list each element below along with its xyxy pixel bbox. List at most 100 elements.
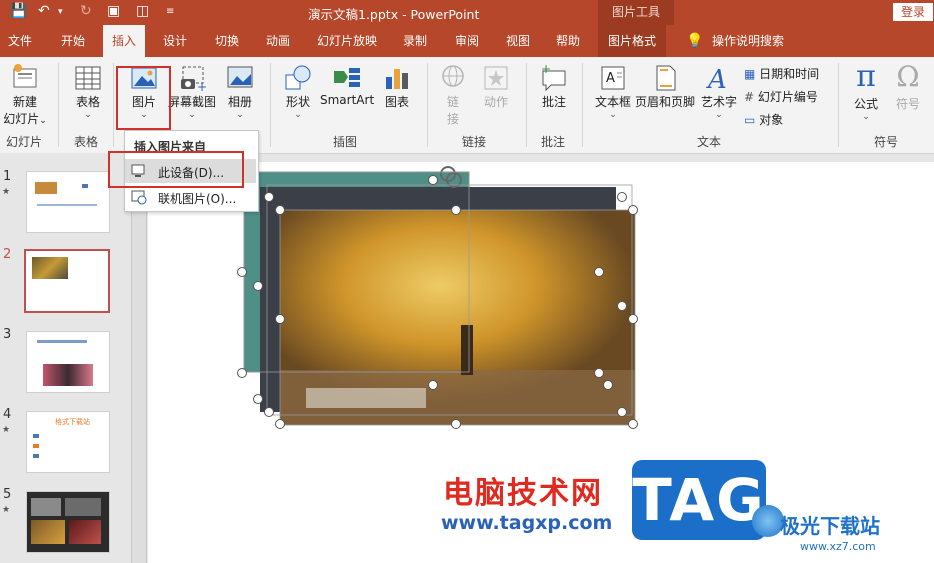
- undo-icon[interactable]: ↶: [38, 3, 50, 19]
- resize-handle[interactable]: [628, 419, 638, 429]
- screenshot-button[interactable]: + 屏幕截图 ⌄: [166, 63, 218, 120]
- login-button[interactable]: 登录: [893, 3, 933, 21]
- tab-insert[interactable]: 插入: [103, 25, 146, 57]
- tab-review[interactable]: 审阅: [455, 25, 479, 57]
- slide-thumbnail-3[interactable]: [26, 331, 110, 393]
- customize-toolbar-icon[interactable]: ≡: [166, 6, 174, 17]
- resize-handle[interactable]: [594, 368, 604, 378]
- tab-transitions[interactable]: 切换: [215, 25, 239, 57]
- resize-handle[interactable]: [428, 175, 438, 185]
- present-from-beginning-icon[interactable]: ▣: [107, 3, 120, 19]
- new-slide-label: 新建: [12, 95, 37, 109]
- table-button[interactable]: 表格 ⌄: [70, 63, 106, 120]
- tab-design[interactable]: 设计: [163, 25, 187, 57]
- tab-slideshow[interactable]: 幻灯片放映: [317, 25, 377, 57]
- date-time-button[interactable]: ▦ 日期和时间: [744, 65, 819, 82]
- header-footer-button[interactable]: 页眉和页脚: [634, 63, 696, 110]
- omega-icon: Ω: [896, 60, 920, 93]
- save-icon[interactable]: 💾: [10, 3, 27, 19]
- slide-thumbnail-1[interactable]: [26, 171, 110, 233]
- action-button[interactable]: 动作: [478, 63, 514, 110]
- resize-handle[interactable]: [275, 205, 285, 215]
- redo-icon[interactable]: ↻: [80, 3, 92, 19]
- action-label: 动作: [483, 95, 508, 109]
- tab-home[interactable]: 开始: [61, 25, 85, 57]
- tab-view[interactable]: 视图: [506, 25, 530, 57]
- resize-handle[interactable]: [237, 267, 247, 277]
- resize-handle[interactable]: [428, 380, 438, 390]
- title-bar: 💾 ↶ ▾ ↻ ▣ ◫ ≡ 演示文稿1.pptx - PowerPoint 图片…: [0, 0, 934, 25]
- group-label-comments: 批注: [541, 135, 566, 149]
- slide-thumbnail-5[interactable]: [26, 491, 110, 553]
- svg-text:+: +: [197, 80, 207, 93]
- resize-handle[interactable]: [617, 301, 627, 311]
- slide-number-button[interactable]: # 幻灯片编号: [744, 88, 818, 105]
- resize-handle[interactable]: [253, 394, 263, 404]
- shapes-button[interactable]: 形状 ⌄: [278, 63, 318, 120]
- animation-star-icon: ★: [2, 425, 11, 435]
- group-separator: [526, 63, 527, 147]
- undo-dropdown-icon[interactable]: ▾: [58, 7, 63, 17]
- thumb-title: 格式下载站: [55, 418, 90, 426]
- resize-handle[interactable]: [237, 368, 247, 378]
- watermark-url: www.tagxp.com: [441, 512, 613, 534]
- shapes-label: 形状: [285, 95, 310, 109]
- pictures-highlight-box: [116, 66, 171, 130]
- menu-item-online-pictures[interactable]: 联机图片(O)...: [125, 186, 256, 208]
- photo-album-button[interactable]: 相册 ⌄: [222, 63, 258, 120]
- new-slide-button[interactable]: 新建 幻灯片⌄: [3, 63, 47, 127]
- group-separator: [58, 63, 59, 147]
- textbox-icon: A: [601, 66, 625, 90]
- smartart-button[interactable]: SmartArt: [320, 63, 374, 107]
- tab-picture-format[interactable]: 图片格式: [598, 25, 667, 57]
- group-separator: [113, 63, 114, 147]
- slide-number-icon: #: [744, 90, 755, 104]
- tab-help[interactable]: 帮助: [556, 25, 580, 57]
- symbol-button[interactable]: Ω 符号: [890, 59, 926, 112]
- slide-thumbnail-panel: 1 ★ 2 3 4 ★ 格式下载站 5 ★: [0, 153, 131, 563]
- object-button[interactable]: ▭ 对象: [744, 111, 783, 128]
- resize-handle[interactable]: [603, 380, 613, 390]
- resize-handle[interactable]: [617, 192, 627, 202]
- animation-star-icon: ★: [2, 187, 11, 197]
- resize-handle[interactable]: [617, 407, 627, 417]
- chart-button[interactable]: 图表: [380, 63, 414, 110]
- online-picture-icon: [131, 190, 147, 205]
- textbox-button[interactable]: A 文本框 ⌄: [592, 63, 634, 120]
- selected-pictures-group[interactable]: [236, 150, 646, 435]
- resize-handle[interactable]: [628, 205, 638, 215]
- tab-record[interactable]: 录制: [403, 25, 427, 57]
- comment-button[interactable]: + 批注: [536, 63, 572, 110]
- resize-handle[interactable]: [451, 419, 461, 429]
- resize-handle[interactable]: [451, 205, 461, 215]
- photo-album-icon: [227, 66, 253, 88]
- slide-thumbnail-2-selected[interactable]: [24, 249, 110, 313]
- equation-button[interactable]: π 公式 ⌄: [848, 59, 884, 122]
- slide-number-1: 1: [3, 169, 12, 184]
- print-preview-icon[interactable]: ◫: [136, 3, 149, 19]
- tab-file[interactable]: 文件: [8, 25, 32, 57]
- resize-handle[interactable]: [264, 407, 274, 417]
- vertical-ruler: [146, 153, 147, 563]
- thumb-picture: [31, 520, 65, 544]
- resize-handle[interactable]: [253, 281, 263, 291]
- resize-handle[interactable]: [594, 267, 604, 277]
- resize-handle[interactable]: [275, 419, 285, 429]
- lightbulb-icon: 💡: [686, 33, 704, 49]
- slide-thumbnail-4[interactable]: 格式下载站: [26, 411, 110, 473]
- group-separator: [427, 63, 428, 147]
- table-icon: [75, 66, 101, 90]
- chart-label: 图表: [384, 95, 409, 109]
- thumb-bullet: [33, 434, 39, 438]
- tag-logo: TAG: [632, 460, 766, 540]
- tab-animations[interactable]: 动画: [266, 25, 290, 57]
- tell-me-search[interactable]: 操作说明搜索: [712, 25, 784, 57]
- resize-handle[interactable]: [275, 314, 285, 324]
- wordart-button[interactable]: A 艺术字 ⌄: [698, 63, 740, 120]
- panel-splitter[interactable]: [131, 153, 146, 563]
- smartart-icon: [334, 68, 360, 87]
- comment-icon: +: [541, 63, 566, 92]
- link-button[interactable]: 链 接: [436, 63, 470, 127]
- resize-handle[interactable]: [628, 314, 638, 324]
- resize-handle[interactable]: [264, 192, 274, 202]
